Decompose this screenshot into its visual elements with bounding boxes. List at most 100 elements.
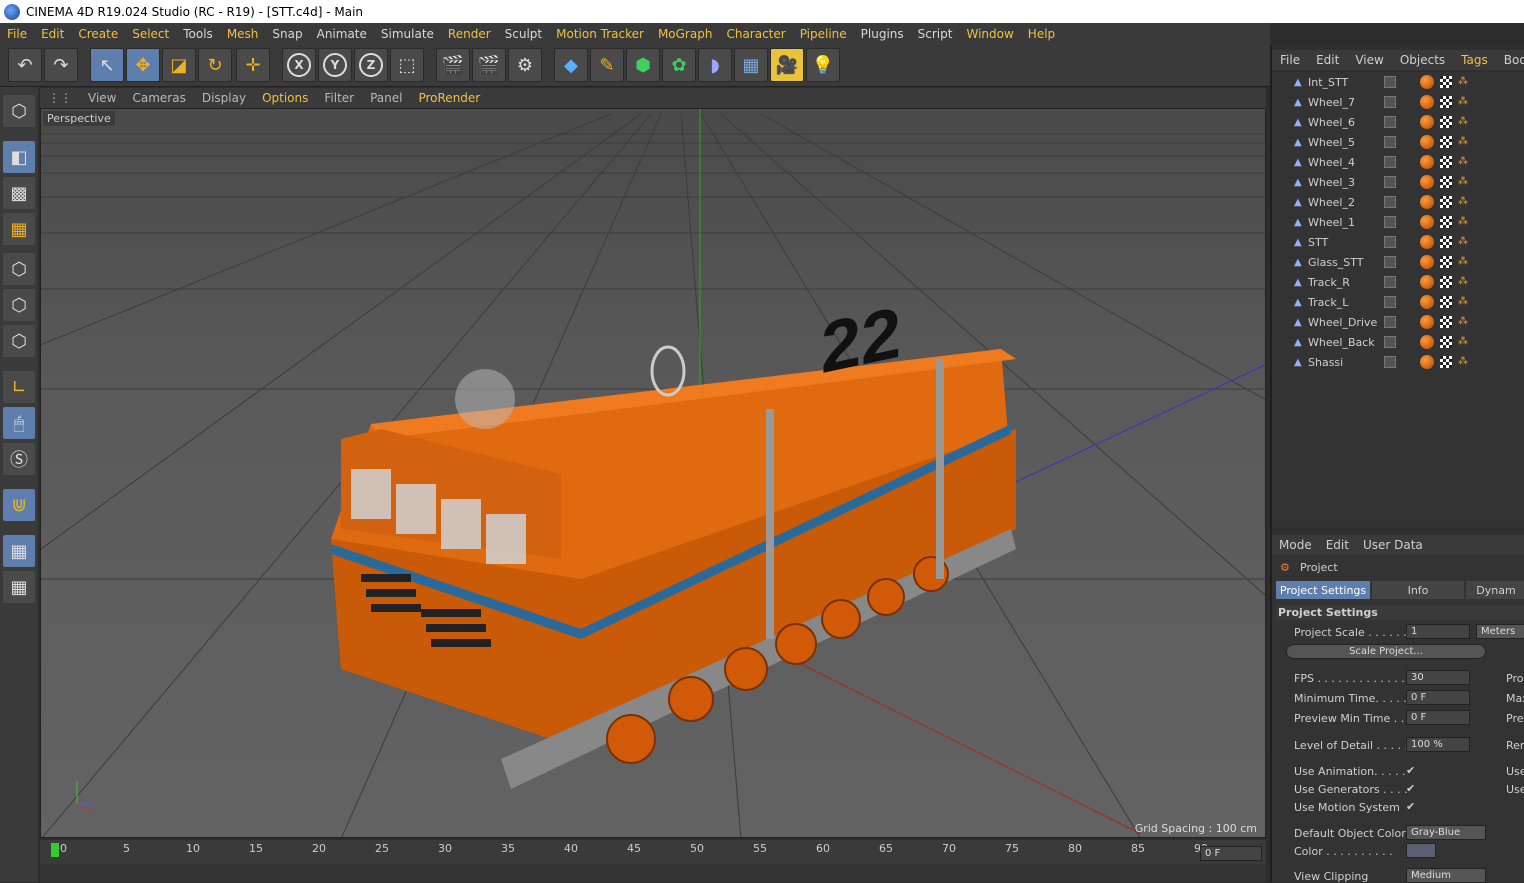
texture-mode-icon[interactable]: ▩ — [3, 177, 35, 209]
material-tag-icon[interactable] — [1420, 95, 1434, 109]
visibility-toggle-icon[interactable] — [1384, 76, 1396, 88]
axis-mode-icon[interactable]: ∟ — [3, 371, 35, 403]
phong-tag-icon[interactable]: ⁂ — [1458, 296, 1470, 308]
tab-info[interactable]: Info — [1372, 581, 1464, 599]
material-tag-icon[interactable] — [1420, 355, 1434, 369]
menu-edit[interactable]: Edit — [34, 27, 71, 41]
menu-snap[interactable]: Snap — [265, 27, 309, 41]
attribute-menu-mode[interactable]: Mode — [1272, 538, 1319, 552]
texture-tag-icon[interactable] — [1440, 136, 1452, 148]
material-tag-icon[interactable] — [1420, 335, 1434, 349]
preview-min-time-field[interactable]: 0 F — [1406, 710, 1470, 725]
object-row[interactable]: ▲ Glass_STT ⁂ — [1272, 252, 1524, 272]
object-row[interactable]: ▲ Wheel_6 ⁂ — [1272, 112, 1524, 132]
visibility-toggle-icon[interactable] — [1384, 216, 1396, 228]
object-menu-file[interactable]: File — [1272, 53, 1308, 67]
menu-select[interactable]: Select — [125, 27, 176, 41]
viewport-menu-display[interactable]: Display — [194, 91, 254, 105]
material-tag-icon[interactable] — [1420, 315, 1434, 329]
texture-tag-icon[interactable] — [1440, 176, 1452, 188]
viewport-menu-prorender[interactable]: ProRender — [410, 91, 488, 105]
visibility-toggle-icon[interactable] — [1384, 356, 1396, 368]
viewport-menu-filter[interactable]: Filter — [316, 91, 362, 105]
viewport-menu-cameras[interactable]: Cameras — [124, 91, 193, 105]
use-generators-checkbox[interactable]: ✔ — [1406, 782, 1415, 795]
menu-file[interactable]: File — [0, 27, 34, 41]
attribute-menu-edit[interactable]: Edit — [1319, 538, 1356, 552]
visibility-toggle-icon[interactable] — [1384, 116, 1396, 128]
menu-window[interactable]: Window — [959, 27, 1020, 41]
scale-tool-icon[interactable]: ◪ — [162, 48, 196, 82]
texture-tag-icon[interactable] — [1440, 76, 1452, 88]
texture-tag-icon[interactable] — [1440, 96, 1452, 108]
phong-tag-icon[interactable]: ⁂ — [1458, 216, 1470, 228]
playback-controls[interactable] — [40, 864, 1266, 882]
object-row[interactable]: ▲ Wheel_2 ⁂ — [1272, 192, 1524, 212]
menu-sculpt[interactable]: Sculpt — [498, 27, 549, 41]
phong-tag-icon[interactable]: ⁂ — [1458, 236, 1470, 248]
texture-tag-icon[interactable] — [1440, 216, 1452, 228]
material-tag-icon[interactable] — [1420, 295, 1434, 309]
attribute-menu-user-data[interactable]: User Data — [1356, 538, 1430, 552]
material-tag-icon[interactable] — [1420, 75, 1434, 89]
current-frame-field[interactable]: 0 F — [1200, 846, 1262, 861]
level-of-detail-field[interactable]: 100 % — [1406, 737, 1470, 752]
view-clipping-dropdown[interactable]: Medium — [1406, 868, 1486, 883]
menu-render[interactable]: Render — [441, 27, 498, 41]
material-tag-icon[interactable] — [1420, 255, 1434, 269]
rotate-tool-icon[interactable]: ↻ — [198, 48, 232, 82]
default-object-color-dropdown[interactable]: Gray-Blue — [1406, 825, 1486, 840]
phong-tag-icon[interactable]: ⁂ — [1458, 196, 1470, 208]
viewport-menu-view[interactable]: View — [80, 91, 124, 105]
render-view-icon[interactable]: 🎬 — [436, 48, 470, 82]
texture-tag-icon[interactable] — [1440, 296, 1452, 308]
phong-tag-icon[interactable]: ⁂ — [1458, 136, 1470, 148]
visibility-toggle-icon[interactable] — [1384, 296, 1396, 308]
menu-mograph[interactable]: MoGraph — [651, 27, 720, 41]
polygons-mode-icon[interactable]: ⬡ — [3, 325, 35, 357]
mograph-cloner-icon[interactable]: ✿ — [662, 48, 696, 82]
object-manager-list[interactable]: ▲ Int_STT ⁂ ▲ Wheel_7 ⁂ ▲ Wheel_6 ⁂ ▲ Wheel_5 ⁂ ▲ Whe… — [1272, 72, 1524, 527]
object-row[interactable]: ▲ Wheel_3 ⁂ — [1272, 172, 1524, 192]
phong-tag-icon[interactable]: ⁂ — [1458, 176, 1470, 188]
y-axis-lock-icon[interactable]: Y — [318, 48, 352, 82]
phong-tag-icon[interactable]: ⁂ — [1458, 116, 1470, 128]
phong-tag-icon[interactable]: ⁂ — [1458, 76, 1470, 88]
phong-tag-icon[interactable]: ⁂ — [1458, 256, 1470, 268]
z-axis-lock-icon[interactable]: Z — [354, 48, 388, 82]
material-tag-icon[interactable] — [1420, 115, 1434, 129]
viewport-menu-options[interactable]: Options — [254, 91, 316, 105]
planar-workplane-icon[interactable]: ▦ — [3, 571, 35, 603]
subdivision-surface-icon[interactable]: ⬢ — [626, 48, 660, 82]
visibility-toggle-icon[interactable] — [1384, 236, 1396, 248]
playhead-marker[interactable] — [51, 843, 59, 857]
x-axis-lock-icon[interactable]: X — [282, 48, 316, 82]
solo-mode-icon[interactable]: Ⓢ — [3, 443, 35, 475]
material-tag-icon[interactable] — [1420, 215, 1434, 229]
texture-tag-icon[interactable] — [1440, 116, 1452, 128]
coordinate-system-icon[interactable]: ⬚ — [390, 48, 424, 82]
render-to-picture-viewer-icon[interactable]: 🎬 — [472, 48, 506, 82]
material-tag-icon[interactable] — [1420, 235, 1434, 249]
visibility-toggle-icon[interactable] — [1384, 336, 1396, 348]
transform-tool-icon[interactable]: ✛ — [236, 48, 270, 82]
phong-tag-icon[interactable]: ⁂ — [1458, 156, 1470, 168]
points-mode-icon[interactable]: ⬡ — [3, 253, 35, 285]
tweak-mode-icon[interactable]: 🖱 — [3, 407, 35, 439]
lock-workplane-icon[interactable]: ▦ — [3, 535, 35, 567]
make-editable-icon[interactable]: ⬡ — [3, 95, 35, 127]
cube-object-icon[interactable]: ◆ — [554, 48, 588, 82]
menu-mesh[interactable]: Mesh — [220, 27, 266, 41]
camera-icon[interactable]: 🎥 — [770, 48, 804, 82]
camera-label[interactable]: Perspective — [43, 111, 115, 126]
project-scale-field[interactable]: 1 — [1406, 624, 1470, 639]
select-tool-icon[interactable]: ↖ — [90, 48, 124, 82]
redo-icon[interactable]: ↷ — [44, 48, 78, 82]
move-tool-icon[interactable]: ✥ — [126, 48, 160, 82]
object-row[interactable]: ▲ Track_L ⁂ — [1272, 292, 1524, 312]
material-tag-icon[interactable] — [1420, 275, 1434, 289]
color-swatch[interactable] — [1406, 843, 1436, 858]
visibility-toggle-icon[interactable] — [1384, 256, 1396, 268]
object-menu-objects[interactable]: Objects — [1392, 53, 1453, 67]
tab-project-settings[interactable]: Project Settings — [1276, 581, 1370, 599]
